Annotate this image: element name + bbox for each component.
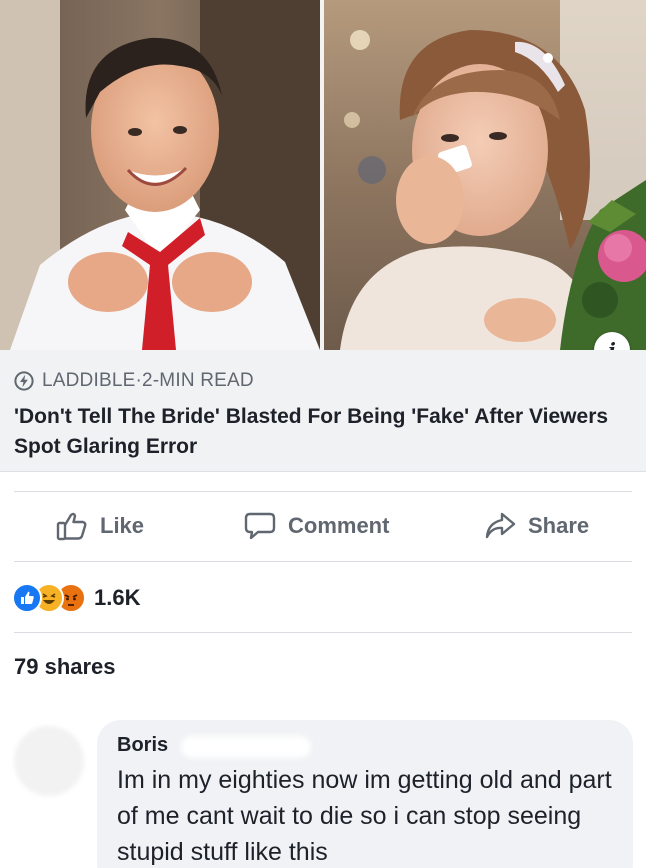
like-button[interactable]: Like bbox=[56, 492, 144, 560]
share-arrow-icon bbox=[485, 512, 516, 539]
like-reaction-icon bbox=[12, 583, 42, 613]
divider-reactions bbox=[14, 632, 632, 633]
shares-count[interactable]: 79 shares bbox=[14, 654, 116, 680]
divider-bottom bbox=[14, 561, 632, 562]
comment-author[interactable]: Boris bbox=[117, 734, 168, 757]
link-source-row: LADDIBLE · 2-MIN READ bbox=[14, 370, 254, 392]
comment-bubble-icon bbox=[244, 512, 276, 540]
action-bar: Like Comment Share bbox=[0, 492, 646, 560]
comment-bubble: Boris Im in my eighties now im getting o… bbox=[97, 720, 633, 868]
reactions-summary[interactable]: 1.6K bbox=[12, 578, 140, 618]
link-preview-caption[interactable]: LADDIBLE · 2-MIN READ 'Don't Tell The Br… bbox=[0, 350, 646, 472]
link-read-time: 2-MIN READ bbox=[142, 370, 254, 391]
share-label: Share bbox=[528, 513, 590, 538]
post-photo-illustration bbox=[0, 0, 646, 350]
like-label: Like bbox=[100, 513, 145, 538]
link-source-name: LADDIBLE bbox=[42, 370, 136, 391]
reaction-count: 1.6K bbox=[94, 585, 141, 610]
comment-text: Im in my eighties now im getting old and… bbox=[117, 765, 612, 866]
comment-label: Comment bbox=[288, 513, 390, 538]
commenter-avatar[interactable] bbox=[14, 726, 84, 796]
post-photo[interactable]: i bbox=[0, 0, 646, 350]
facebook-post: i LADDIBLE · 2-MIN READ 'Don't Tell The … bbox=[0, 0, 646, 868]
redacted-surname bbox=[180, 735, 311, 758]
instant-article-bolt-icon bbox=[14, 371, 34, 391]
thumbs-up-icon bbox=[56, 512, 87, 541]
link-headline[interactable]: 'Don't Tell The Bride' Blasted For Being… bbox=[14, 402, 624, 462]
comment-button[interactable]: Comment bbox=[244, 492, 389, 560]
share-button[interactable]: Share bbox=[484, 492, 589, 560]
